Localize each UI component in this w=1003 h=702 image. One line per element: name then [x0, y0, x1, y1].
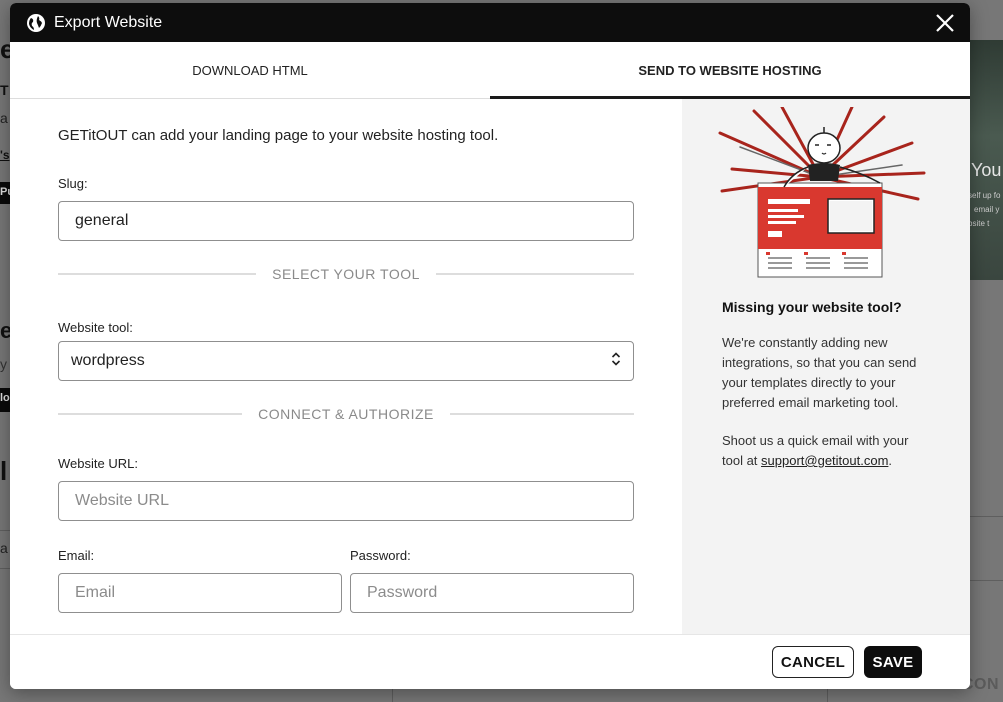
- contact-paragraph: Shoot us a quick email with your tool at…: [722, 431, 930, 471]
- contact-suffix: .: [888, 453, 893, 468]
- bg-divider: [970, 580, 1003, 581]
- tab-label: DOWNLOAD HTML: [192, 62, 308, 78]
- website-tool-label: Website tool:: [58, 320, 133, 335]
- bg-text-fragment: 's: [0, 148, 10, 162]
- updown-chevron-icon: [611, 351, 621, 372]
- bg-divider: [970, 516, 1003, 517]
- website-url-label: Website URL:: [58, 456, 138, 471]
- bg-text-fragment: a: [0, 110, 8, 126]
- save-button[interactable]: SAVE: [864, 646, 922, 678]
- password-input[interactable]: [350, 573, 634, 613]
- slug-input[interactable]: general: [58, 201, 634, 241]
- globe-icon: [26, 13, 46, 33]
- bg-text-fragment: bsite t: [968, 219, 990, 228]
- missing-tool-paragraph: We're constantly adding new integrations…: [722, 335, 917, 410]
- tab-download-html[interactable]: DOWNLOAD HTML: [10, 42, 490, 98]
- bg-text-fragment: email y: [974, 205, 1000, 214]
- tab-bar: DOWNLOAD HTML SEND TO WEBSITE HOSTING: [10, 42, 970, 99]
- website-url-input[interactable]: [58, 481, 634, 521]
- support-email-link[interactable]: support@getitout.com: [761, 453, 888, 468]
- email-label: Email:: [58, 548, 95, 563]
- modal-body: GETitOUT can add your landing page to yo…: [10, 99, 970, 636]
- bg-divider: [392, 689, 393, 702]
- bg-text-fragment: self up fo: [968, 191, 1001, 200]
- bg-text-fragment: T: [0, 82, 9, 98]
- password-label: Password:: [350, 548, 411, 563]
- connect-divider: CONNECT & AUTHORIZE: [58, 406, 635, 422]
- select-tool-divider: SELECT YOUR TOOL: [58, 266, 635, 282]
- missing-tool-heading: Missing your website tool?: [722, 299, 902, 315]
- export-website-modal: Export Website DOWNLOAD HTML SEND TO WEB…: [10, 3, 970, 689]
- modal-footer: CANCEL SAVE: [10, 634, 970, 689]
- bg-divider: [0, 568, 10, 569]
- bg-text-fragment: a: [0, 540, 8, 556]
- bg-text-fragment: You: [971, 160, 1002, 180]
- modal-title: Export Website: [54, 13, 163, 31]
- intro-text: GETitOUT can add your landing page to yo…: [58, 127, 499, 144]
- hosting-form: GETitOUT can add your landing page to yo…: [10, 99, 682, 636]
- divider-label: CONNECT & AUTHORIZE: [258, 406, 434, 422]
- close-icon[interactable]: [934, 12, 956, 34]
- tab-label: SEND TO WEBSITE HOSTING: [638, 62, 822, 78]
- bg-text-fragment: lo: [0, 392, 10, 404]
- website-tool-select[interactable]: wordpress: [58, 341, 634, 381]
- website-tool-value: wordpress: [71, 352, 145, 369]
- email-input[interactable]: [58, 573, 342, 613]
- tab-send-to-website-hosting[interactable]: SEND TO WEBSITE HOSTING: [490, 42, 970, 99]
- bg-text-fragment: l: [0, 456, 8, 486]
- missing-tool-sidebar: Missing your website tool? We're constan…: [682, 99, 970, 636]
- slug-label: Slug:: [58, 176, 88, 191]
- divider-label: SELECT YOUR TOOL: [272, 266, 420, 282]
- modal-header: Export Website: [10, 3, 970, 42]
- bg-divider: [827, 689, 828, 702]
- hosting-illustration: [712, 105, 928, 284]
- cancel-button[interactable]: CANCEL: [772, 646, 854, 678]
- bg-divider: [0, 530, 10, 531]
- bg-text-fragment: y: [0, 356, 7, 372]
